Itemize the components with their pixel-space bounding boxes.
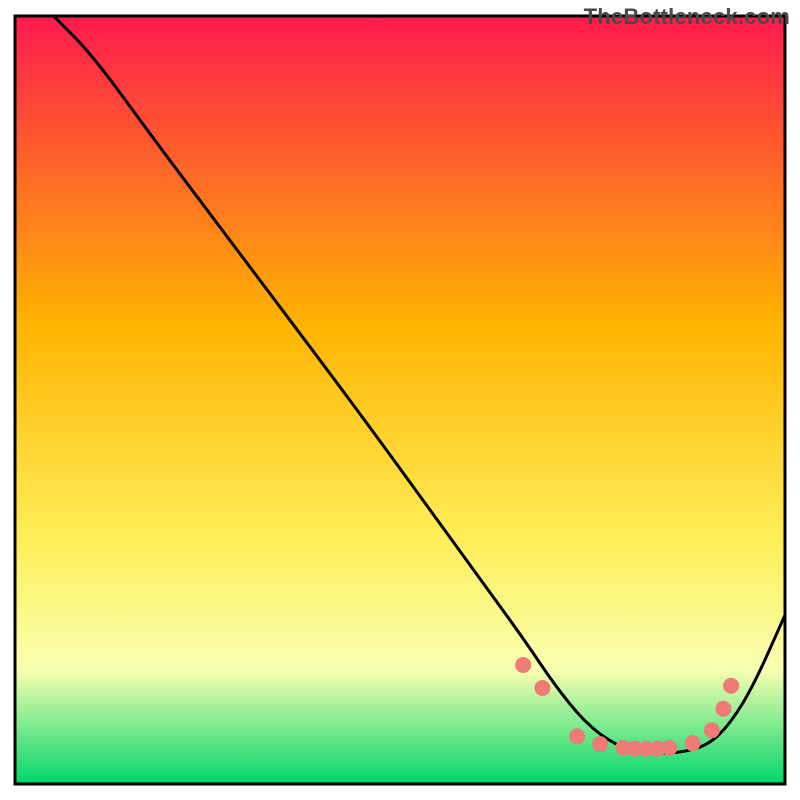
optimal-point [592, 736, 608, 752]
optimal-point [569, 728, 585, 744]
optimal-point [685, 735, 701, 751]
optimal-point [662, 740, 678, 756]
optimal-point [715, 701, 731, 717]
watermark-text: TheBottleneck.com [584, 4, 790, 30]
optimal-point [723, 678, 739, 694]
optimal-point [515, 657, 531, 673]
bottleneck-chart [0, 0, 800, 800]
chart-container: TheBottleneck.com [0, 0, 800, 800]
optimal-point [704, 722, 720, 738]
optimal-point [534, 680, 550, 696]
plot-background [15, 16, 785, 784]
